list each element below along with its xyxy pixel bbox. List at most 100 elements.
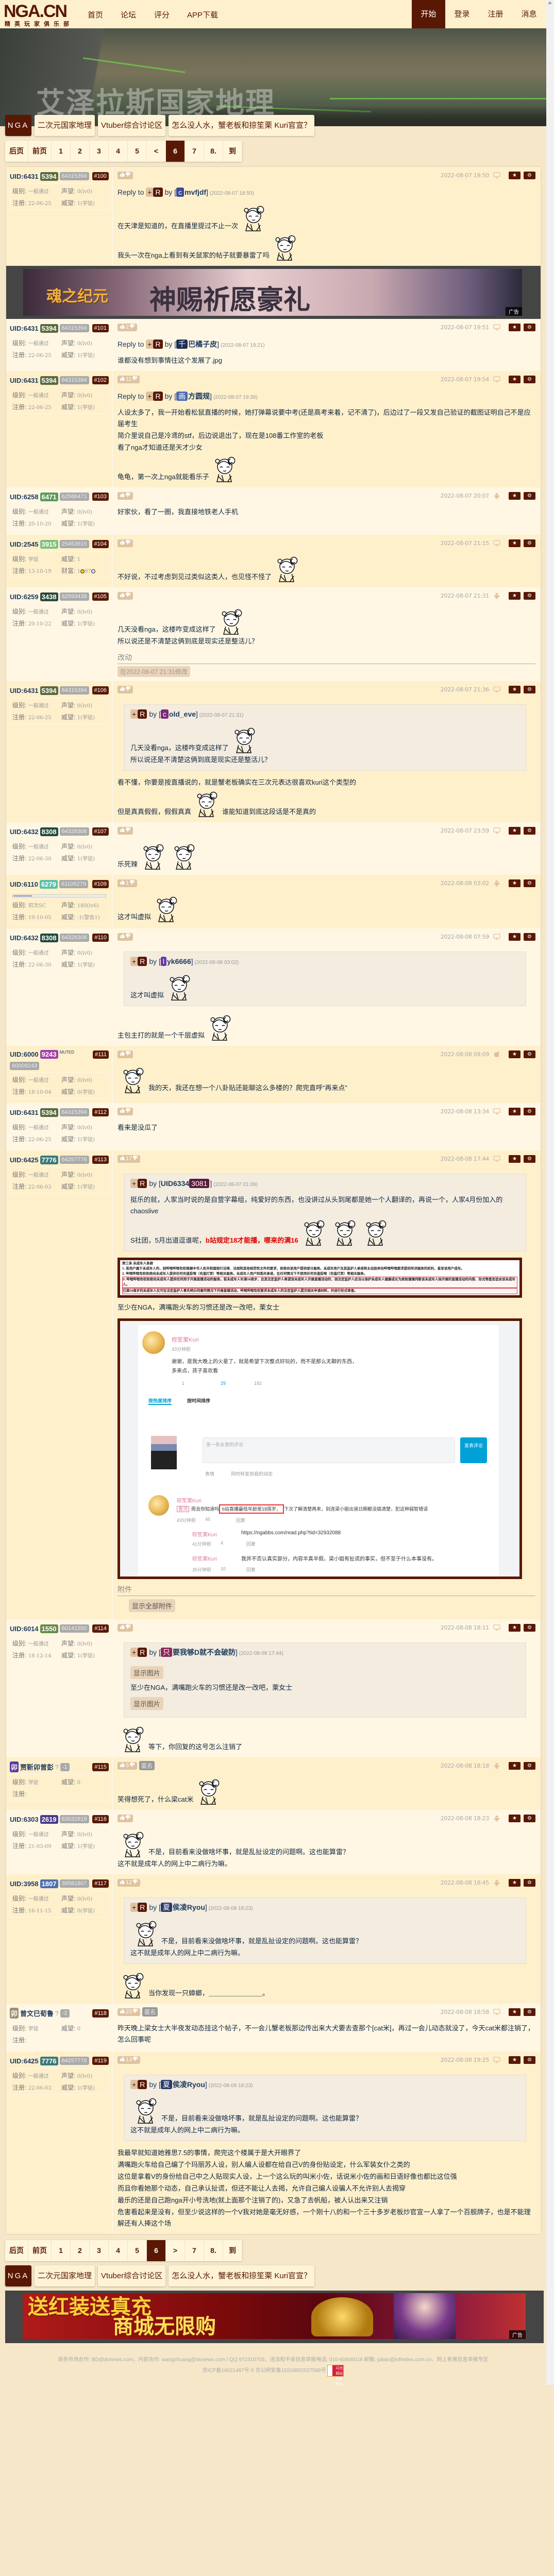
vote-buttons[interactable] [117, 171, 133, 179]
favorite-star-button[interactable]: ★ [509, 1814, 521, 1822]
thumbs-down-icon[interactable] [126, 827, 130, 834]
nga-logo[interactable]: NGA.CN 精英玩家俱乐部 [4, 2, 76, 27]
quote-plus-button[interactable]: + [146, 188, 154, 197]
floor-number[interactable]: #101 [92, 324, 109, 332]
author-uid-suffix[interactable]: 3438 [40, 592, 58, 601]
floor-number[interactable]: #102 [92, 376, 109, 384]
post-settings-gear-button[interactable]: ⚙ [524, 1878, 535, 1887]
post-settings-gear-button[interactable]: ⚙ [524, 171, 535, 179]
floor-number[interactable]: #111 [93, 1050, 109, 1059]
author-uid[interactable]: UID:6425 [10, 2057, 39, 2065]
thumbs-up-icon[interactable] [120, 1879, 125, 1886]
rules-screenshot[interactable]: 第三条 未成年人条款 1. 若用户属于未成年人的，则哔哩哔哩有权根据中华人民共和国… [117, 1258, 522, 1298]
page-scrollbar[interactable] [546, 0, 554, 2385]
vote-buttons[interactable] [117, 1107, 133, 1115]
favorite-star-button[interactable]: ★ [509, 2056, 521, 2064]
thumbs-up-icon[interactable] [120, 493, 125, 499]
page-link[interactable]: > [166, 2240, 185, 2261]
floor-number[interactable]: #104 [92, 540, 109, 548]
floor-number[interactable]: #110 [92, 934, 109, 942]
quoted-user-name[interactable]: 方圆规 [188, 392, 210, 400]
thumbs-down-icon[interactable] [130, 1762, 135, 1769]
quoted-user-uid[interactable]: UID6334 [161, 1179, 189, 1188]
favorite-star-button[interactable]: ★ [509, 1761, 521, 1770]
thumbs-down-icon[interactable] [126, 1108, 130, 1114]
favorite-star-button[interactable]: ★ [509, 1107, 521, 1115]
floor-number[interactable]: #113 [92, 1156, 109, 1164]
page-link[interactable]: 3 [90, 2240, 109, 2261]
quoted-user-name[interactable]: yk6666 [167, 957, 191, 965]
thumbs-down-icon[interactable] [126, 172, 130, 178]
breadcrumb-nga[interactable]: NGA [5, 2265, 31, 2286]
thumbs-down-icon[interactable] [133, 2057, 138, 2063]
page-link[interactable]: 8. [204, 141, 223, 162]
thumbs-up-icon[interactable] [120, 2057, 125, 2063]
thumbs-up-icon[interactable] [120, 172, 125, 178]
thumbs-up-icon[interactable] [120, 1108, 125, 1114]
quote-plus-button[interactable]: + [130, 1179, 138, 1188]
post-settings-gear-button[interactable]: ⚙ [524, 1761, 535, 1770]
favorite-star-button[interactable]: ★ [509, 1878, 521, 1887]
post-settings-gear-button[interactable]: ⚙ [524, 1623, 535, 1632]
vote-buttons[interactable]: 12 [117, 1878, 141, 1887]
post-settings-gear-button[interactable]: ⚙ [524, 879, 535, 887]
favorite-star-button[interactable]: ★ [509, 1155, 521, 1163]
author-uid-suffix[interactable]: 5394 [40, 172, 58, 181]
author-uid-suffix[interactable]: 6471 [40, 492, 58, 501]
favorite-star-button[interactable]: ★ [509, 1050, 521, 1058]
vote-buttons[interactable]: 2 [117, 323, 138, 331]
thumbs-up-icon[interactable] [120, 540, 125, 546]
nav-home[interactable]: 首页 [88, 9, 103, 20]
breadcrumb-acg-geography[interactable]: 二次元国家地理 [35, 2265, 95, 2286]
author-uid[interactable]: UID:6432 [10, 934, 39, 942]
page-link[interactable]: 4 [109, 2240, 128, 2261]
author-uid-suffix[interactable]: 5394 [40, 376, 58, 385]
post-settings-gear-button[interactable]: ⚙ [524, 492, 535, 500]
page-link[interactable]: 到 [223, 141, 242, 162]
quote-plus-button[interactable]: + [130, 1903, 138, 1912]
favorite-star-button[interactable]: ★ [509, 375, 521, 383]
nav-forum[interactable]: 论坛 [121, 9, 136, 20]
author-uid-suffix[interactable]: 2619 [40, 1815, 58, 1824]
vote-buttons[interactable] [117, 591, 133, 600]
vote-buttons[interactable]: 11 [117, 375, 140, 383]
ad-banner[interactable]: 魂之纪元 神赐祈愿豪礼 广告 [6, 266, 541, 319]
favorite-star-button[interactable]: ★ [509, 492, 521, 500]
reply-r-button[interactable]: R [153, 188, 163, 197]
reply-r-button[interactable]: R [138, 957, 147, 966]
floor-number[interactable]: #118 [92, 2009, 109, 2018]
author-uid-suffix[interactable]: 5394 [40, 324, 58, 333]
reply-r-button[interactable]: R [138, 709, 147, 719]
vote-buttons[interactable]: 17 [117, 1155, 141, 1163]
author-uid[interactable]: UID:6258 [10, 493, 39, 501]
thumbs-up-icon[interactable] [120, 880, 125, 886]
page-link[interactable]: 4 [109, 141, 128, 162]
trusted-site-badge[interactable]: 可信网站 行业验证 [327, 2365, 344, 2386]
page-link[interactable]: 6 [166, 141, 185, 162]
author-uid[interactable]: UID:6259 [10, 593, 39, 601]
thumbs-down-icon[interactable] [133, 2009, 138, 2015]
nav-register[interactable]: 注册 [479, 0, 512, 28]
post-settings-gear-button[interactable]: ⚙ [524, 539, 535, 547]
breadcrumb-vtuber[interactable]: Vtuber综合讨论区 [98, 115, 166, 136]
reply-r-button[interactable]: R [138, 2080, 147, 2089]
author-uid-suffix[interactable]: 5394 [40, 686, 58, 695]
thumbs-down-icon[interactable] [126, 1051, 130, 1057]
author-uid-suffix[interactable]: 9243 [40, 1050, 58, 1059]
reply-r-button[interactable]: R [138, 1903, 147, 1912]
page-link[interactable]: 后页 [5, 2240, 28, 2261]
floor-number[interactable]: #103 [92, 493, 109, 501]
quoted-user-name[interactable]: old_eve [169, 710, 196, 718]
favorite-star-button[interactable]: ★ [509, 879, 521, 887]
vote-buttons[interactable] [117, 1050, 133, 1058]
post-settings-gear-button[interactable]: ⚙ [524, 933, 535, 941]
post-settings-gear-button[interactable]: ⚙ [524, 826, 535, 835]
thumbs-down-icon[interactable] [126, 1815, 130, 1821]
page-link[interactable]: 2 [71, 141, 90, 162]
author-uid[interactable]: UID:6425 [10, 1156, 39, 1164]
floor-number[interactable]: #114 [92, 1624, 109, 1633]
page-link[interactable]: 5 [128, 2240, 147, 2261]
thumbs-up-icon[interactable] [120, 1762, 125, 1769]
author-uid[interactable]: UID:6431 [10, 377, 39, 384]
show-more-button[interactable]: 显示全部附件 [129, 1599, 176, 1612]
